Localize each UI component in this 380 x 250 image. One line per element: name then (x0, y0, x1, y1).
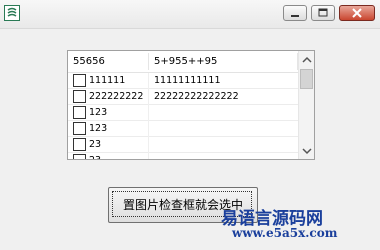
close-icon (352, 8, 362, 18)
cell-col1: 222222222 (89, 91, 144, 102)
watermark-url: www.e5a5x.com (232, 226, 338, 240)
app-icon (4, 5, 20, 21)
list-view[interactable]: 55656 5+955++95 111111 11111111111 22222… (67, 50, 315, 160)
row-checkbox[interactable] (73, 138, 86, 151)
close-button[interactable] (339, 5, 375, 21)
cell-col1: 23 (89, 153, 101, 159)
scroll-down-button[interactable] (299, 143, 314, 159)
list-header: 55656 5+955++95 (68, 51, 298, 73)
scrollbar-thumb[interactable] (300, 69, 313, 89)
row-checkbox[interactable] (73, 74, 86, 87)
row-checkbox[interactable] (73, 122, 86, 135)
column-gridline (148, 73, 149, 159)
list-item[interactable]: 222222222 22222222222222 (68, 89, 298, 105)
row-checkbox[interactable] (73, 154, 86, 159)
list-item[interactable]: 123 (68, 121, 298, 137)
column-divider[interactable] (148, 53, 149, 70)
list-item[interactable]: 111111 11111111111 (68, 73, 298, 89)
cell-col1: 123 (89, 107, 108, 118)
maximize-icon (318, 8, 328, 17)
minimize-button[interactable] (283, 5, 307, 21)
chevron-down-icon (302, 148, 312, 155)
cell-col1: 111111 (89, 75, 126, 86)
vertical-scrollbar[interactable] (298, 51, 314, 159)
row-checkbox[interactable] (73, 106, 86, 119)
chevron-up-icon (302, 56, 312, 63)
column-header-1[interactable]: 55656 (73, 51, 151, 72)
list-rows: 111111 11111111111 222222222 22222222222… (68, 73, 298, 159)
list-item[interactable]: 23 (68, 137, 298, 153)
cell-col2: 22222222222222 (154, 91, 239, 102)
title-bar (0, 0, 380, 29)
row-checkbox[interactable] (73, 90, 86, 103)
maximize-button[interactable] (311, 5, 335, 21)
list-item[interactable]: 123 (68, 105, 298, 121)
scroll-up-button[interactable] (299, 52, 314, 68)
minimize-icon (291, 15, 299, 17)
cell-col1: 123 (89, 123, 108, 134)
column-header-2[interactable]: 5+955++95 (154, 51, 296, 72)
cell-col2: 11111111111 (154, 75, 221, 86)
list-item[interactable]: 23 (68, 153, 298, 159)
cell-col1: 23 (89, 139, 102, 150)
